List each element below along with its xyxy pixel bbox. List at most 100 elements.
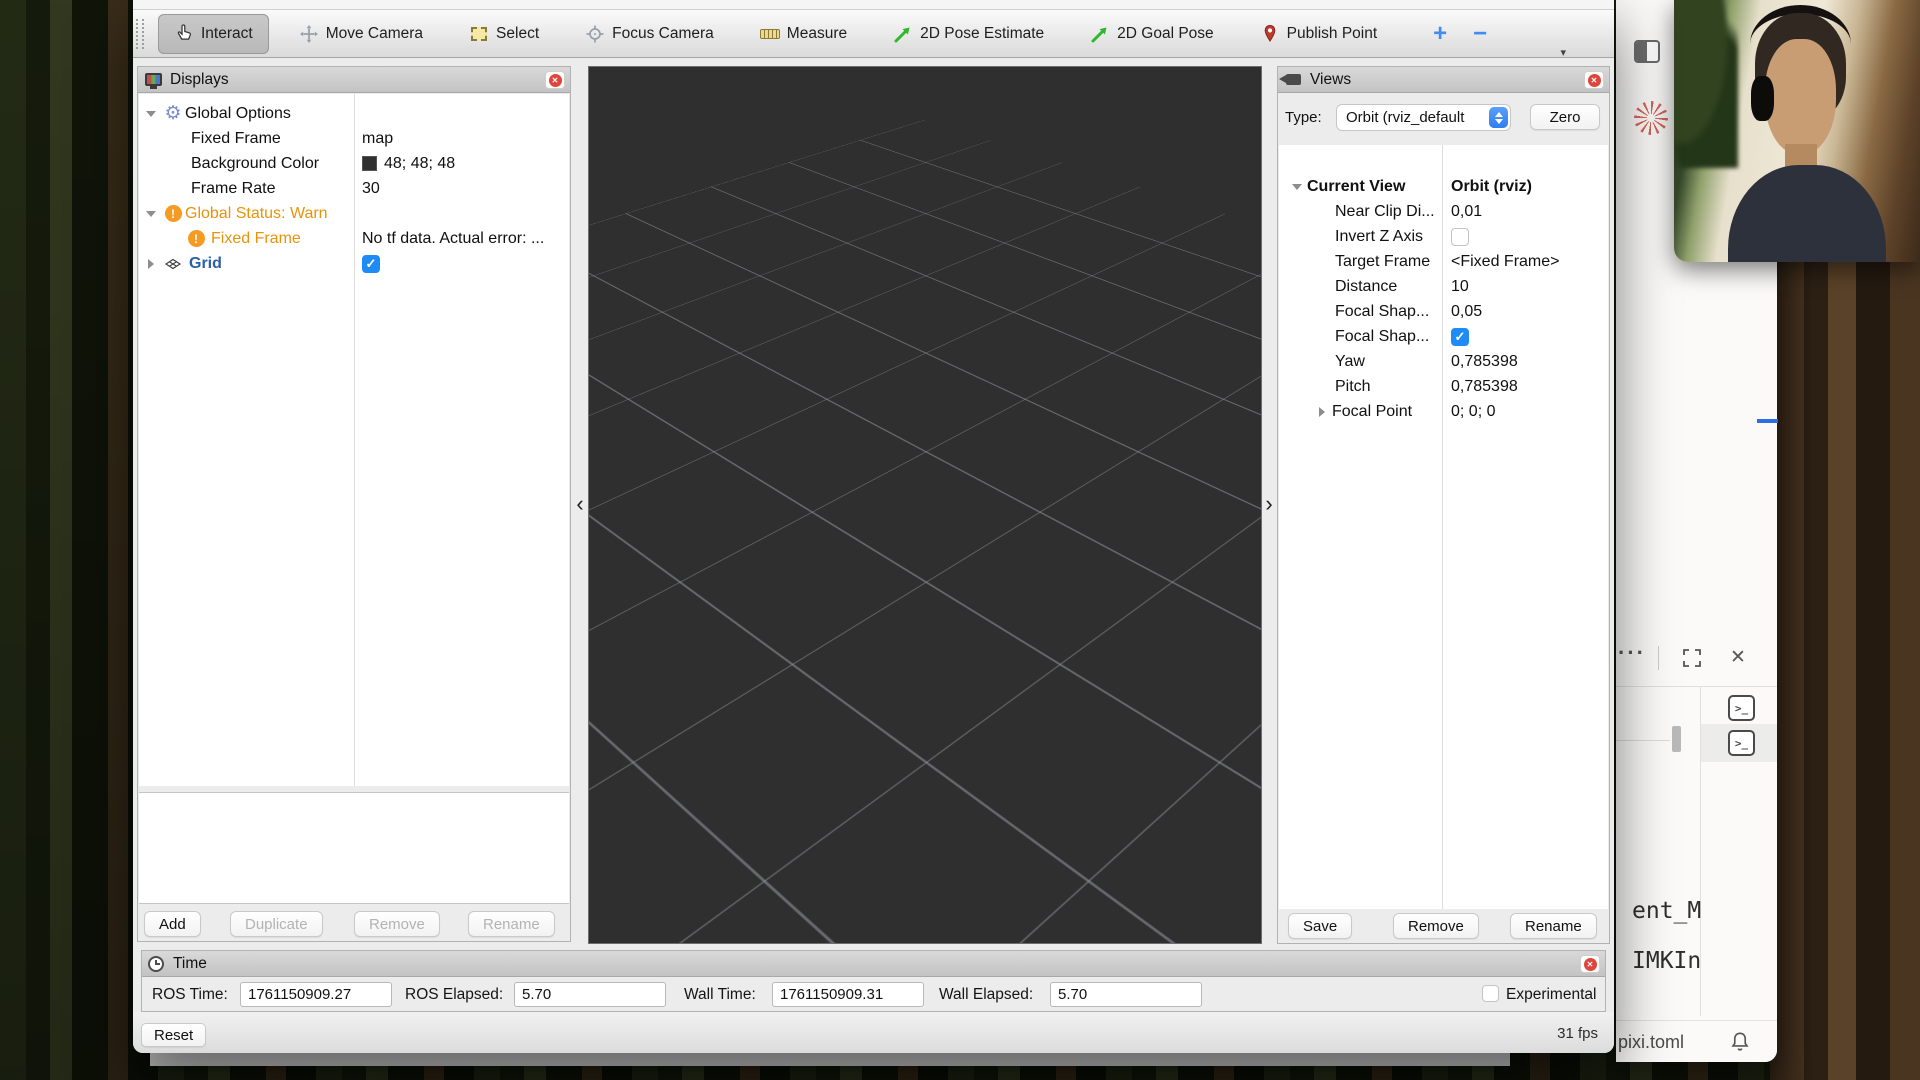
remove-button[interactable]: Remove [354, 911, 440, 937]
property-label: Focal Shap... [1335, 303, 1429, 321]
chevron-expanded-icon[interactable] [1287, 184, 1307, 190]
views-panel-titlebar[interactable]: Views [1278, 67, 1609, 93]
chevron-expanded-icon[interactable] [141, 111, 161, 117]
experimental-checkbox[interactable] [1482, 985, 1499, 1002]
close-panel-button[interactable] [545, 71, 565, 89]
property-label: Pitch [1335, 378, 1371, 396]
property-description-pane [139, 792, 569, 904]
grid-enabled-checkbox[interactable] [362, 255, 380, 273]
collapse-views-panel-handle[interactable] [1261, 492, 1277, 516]
property-value[interactable]: 0,785398 [1442, 353, 1518, 371]
row-pitch[interactable]: Pitch 0,785398 [1279, 374, 1608, 399]
row-distance[interactable]: Distance 10 [1279, 274, 1608, 299]
property-value[interactable]: 0,05 [1442, 303, 1482, 321]
remove-view-button[interactable]: Remove [1393, 913, 1479, 939]
render-viewport[interactable] [588, 66, 1262, 944]
property-value[interactable]: <Fixed Frame> [1442, 253, 1559, 271]
rename-button[interactable]: Rename [468, 911, 555, 937]
views-panel: Views Type: Orbit (rviz_default Zero Cur… [1277, 66, 1610, 944]
dropdown-stepper-icon[interactable] [1489, 107, 1508, 128]
grid-display-icon [161, 256, 185, 272]
property-value[interactable]: map [354, 130, 393, 148]
terminal-icon[interactable] [1728, 730, 1755, 756]
invert-z-axis-checkbox[interactable] [1451, 228, 1469, 246]
row-fixed-frame-warning[interactable]: Fixed Frame No tf data. Actual error: ..… [139, 226, 569, 251]
tool-publish-point[interactable]: Publish Point [1244, 14, 1393, 54]
time-panel-titlebar[interactable]: Time [142, 951, 1605, 977]
property-value[interactable]: 48; 48; 48 [384, 155, 455, 173]
ground-grid [588, 120, 1262, 944]
tool-2d-pose-estimate[interactable]: 2D Pose Estimate [877, 14, 1060, 54]
remove-tool-button[interactable]: − [1473, 20, 1487, 48]
wall-time-input[interactable]: 1761150909.31 [772, 982, 924, 1007]
property-label: Focal Point [1332, 403, 1412, 421]
terminal-icon[interactable] [1728, 695, 1755, 721]
property-label: Near Clip Di... [1335, 203, 1435, 221]
row-focal-point[interactable]: Focal Point 0; 0; 0 [1279, 399, 1608, 424]
property-value[interactable]: 0,785398 [1442, 378, 1518, 396]
property-value[interactable]: 0,01 [1442, 203, 1482, 221]
row-fixed-frame[interactable]: Fixed Frame map [139, 126, 569, 151]
ros-time-input[interactable]: 1761150909.27 [240, 982, 392, 1007]
row-target-frame[interactable]: Target Frame <Fixed Frame> [1279, 249, 1608, 274]
row-yaw[interactable]: Yaw 0,785398 [1279, 349, 1608, 374]
property-value[interactable]: 0; 0; 0 [1442, 403, 1495, 421]
toolbar-drag-handle[interactable] [136, 19, 144, 49]
rename-view-button[interactable]: Rename [1510, 913, 1597, 939]
tool-interact[interactable]: Interact [158, 14, 269, 54]
clock-icon [148, 956, 164, 972]
divider [1616, 686, 1777, 687]
row-near-clip-distance[interactable]: Near Clip Di... 0,01 [1279, 199, 1608, 224]
webcam-headphone-earcup [1751, 76, 1773, 121]
tool-select[interactable]: Select [453, 14, 555, 54]
property-label: Distance [1335, 278, 1397, 296]
close-panel-button[interactable] [1584, 71, 1604, 89]
sidebar-toggle-icon[interactable] [1634, 40, 1660, 63]
property-label: Fixed Frame [211, 230, 301, 248]
add-button[interactable]: Add [144, 911, 201, 937]
view-type-dropdown[interactable]: Orbit (rviz_default [1336, 104, 1511, 131]
statusbar-filename[interactable]: pixi.toml [1618, 1032, 1684, 1053]
duplicate-button[interactable]: Duplicate [230, 911, 323, 937]
tool-measure[interactable]: Measure [744, 14, 863, 54]
focal-shape-checkbox[interactable] [1451, 328, 1469, 346]
row-focal-shape-fixed-size[interactable]: Focal Shap... [1279, 324, 1608, 349]
chevron-expanded-icon[interactable] [141, 211, 161, 217]
row-invert-z-axis[interactable]: Invert Z Axis [1279, 224, 1608, 249]
row-global-options[interactable]: Global Options [139, 101, 569, 126]
displays-panel-titlebar[interactable]: Displays [138, 67, 570, 93]
more-menu-icon[interactable] [1618, 640, 1646, 666]
save-view-button[interactable]: Save [1288, 913, 1352, 939]
row-background-color[interactable]: Background Color 48; 48; 48 [139, 151, 569, 176]
reset-button[interactable]: Reset [141, 1023, 206, 1047]
row-current-view[interactable]: Current View Orbit (rviz) [1279, 174, 1608, 199]
starburst-icon[interactable] [1634, 101, 1668, 135]
scrollbar-thumb[interactable] [1672, 726, 1681, 752]
rviz-window: Interact Move Camera Select [133, 0, 1614, 1053]
row-focal-shape-size[interactable]: Focal Shap... 0,05 [1279, 299, 1608, 324]
add-tool-button[interactable]: + [1433, 20, 1447, 48]
row-global-status[interactable]: Global Status: Warn [139, 201, 569, 226]
color-swatch[interactable] [362, 156, 377, 171]
chevron-collapsed-icon[interactable] [1312, 407, 1332, 417]
fullscreen-icon[interactable] [1682, 648, 1702, 668]
close-icon[interactable] [1730, 646, 1746, 669]
close-panel-button[interactable] [1580, 955, 1600, 973]
row-frame-rate[interactable]: Frame Rate 30 [139, 176, 569, 201]
bell-icon[interactable] [1729, 1030, 1751, 1054]
property-value[interactable]: 10 [1442, 278, 1469, 296]
tool-focus-camera[interactable]: Focus Camera [569, 14, 730, 54]
wall-elapsed-input[interactable]: 5.70 [1050, 982, 1202, 1007]
warning-icon [161, 205, 185, 222]
zero-button[interactable]: Zero [1530, 104, 1600, 130]
webcam-overlay [1674, 0, 1920, 262]
tool-label: Select [496, 25, 539, 43]
tool-2d-goal-pose[interactable]: 2D Goal Pose [1074, 14, 1230, 54]
ros-elapsed-input[interactable]: 5.70 [514, 982, 666, 1007]
property-value[interactable]: 30 [354, 180, 380, 198]
editor-text-fragment: ent_M [1632, 898, 1701, 924]
tool-move-camera[interactable]: Move Camera [283, 14, 439, 54]
row-grid[interactable]: Grid [139, 251, 569, 276]
collapse-displays-panel-handle[interactable] [572, 492, 588, 516]
chevron-collapsed-icon[interactable] [141, 259, 161, 269]
